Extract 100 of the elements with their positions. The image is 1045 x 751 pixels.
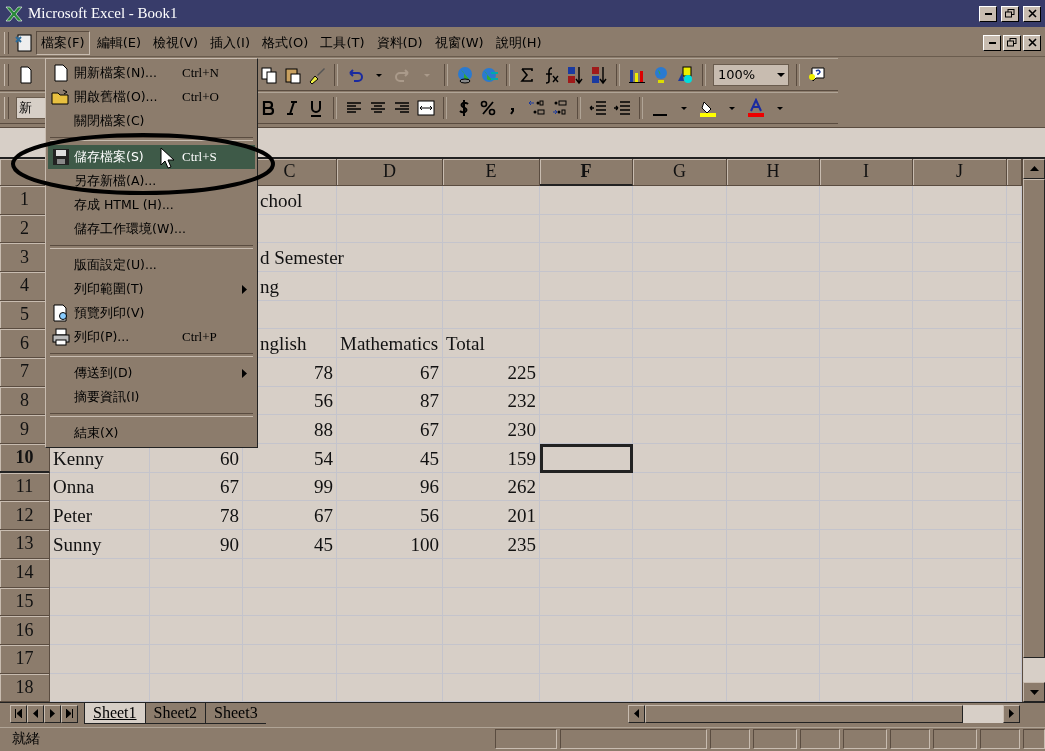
menu-item[interactable]: 插入(I) (205, 30, 255, 55)
column-header[interactable]: J (913, 158, 1007, 186)
restore-button[interactable] (1001, 5, 1019, 22)
table-cell (1007, 214, 1022, 244)
close-button[interactable] (1023, 5, 1041, 22)
submenu-arrow-icon (242, 368, 247, 378)
menu-item[interactable]: 檢視(V) (148, 30, 204, 55)
blank-page-icon (51, 63, 71, 83)
menu-item[interactable]: 說明(H) (490, 30, 547, 55)
row-header[interactable]: 17 (0, 644, 50, 674)
menu-item[interactable]: 檔案(F) (36, 30, 90, 55)
column-header[interactable]: I (820, 158, 913, 186)
table-cell (1007, 329, 1022, 358)
restore-button[interactable] (1003, 34, 1021, 51)
shapes-icon[interactable] (675, 64, 695, 85)
toolbar-grip[interactable] (4, 96, 9, 119)
menu-option[interactable]: 開啟舊檔(O)... Ctrl+O (48, 85, 255, 109)
sheet-tab[interactable]: Sheet1 (84, 703, 145, 725)
table-cell: 56 (337, 501, 443, 531)
vertical-scrollbar[interactable] (1022, 158, 1045, 703)
open-folder-icon (51, 87, 71, 107)
merge-center-icon[interactable] (416, 97, 436, 118)
row-header[interactable]: 12 (0, 501, 50, 531)
table-cell (1007, 587, 1022, 617)
table-cell: 201 (443, 501, 540, 531)
row-header[interactable]: 14 (0, 558, 50, 588)
table-cell: 67 (150, 472, 243, 502)
menu-item[interactable]: 編輯(E) (91, 30, 146, 55)
row-header[interactable]: 15 (0, 587, 50, 617)
horizontal-scrollbar[interactable] (628, 704, 1020, 723)
zoom-dropdown[interactable]: 100% (713, 63, 789, 86)
table-cell: Total (443, 329, 540, 358)
row-header[interactable]: 16 (0, 616, 50, 645)
scrollbar-thumb[interactable] (1023, 178, 1045, 659)
menu-option[interactable]: 儲存檔案(S) Ctrl+S (48, 145, 255, 169)
previous-sheet-button[interactable] (27, 704, 44, 723)
minimize-button[interactable] (979, 5, 997, 22)
menu-option[interactable]: 關閉檔案(C) (48, 109, 255, 133)
table-cell (1007, 472, 1022, 502)
table-cell: 230 (443, 415, 540, 445)
close-icon (1027, 9, 1037, 19)
sheet-tab[interactable]: Sheet3 (205, 703, 266, 725)
scrollbar-thumb[interactable] (645, 704, 963, 723)
table-cell (1007, 185, 1022, 215)
minimize-icon (988, 41, 996, 44)
scroll-up-button[interactable] (1023, 158, 1045, 179)
scroll-right-button[interactable] (1003, 704, 1020, 723)
column-header[interactable] (1007, 158, 1022, 186)
column-header[interactable]: G (633, 158, 727, 186)
decrease-decimal-icon[interactable] (550, 97, 570, 118)
scroll-left-button[interactable] (628, 704, 645, 723)
table-cell (1007, 530, 1022, 559)
table-cell: 100 (337, 530, 443, 559)
window-title: Microsoft Excel - Book1 (28, 5, 178, 23)
globe-link-icon[interactable] (455, 64, 475, 85)
last-sheet-button[interactable] (61, 704, 78, 723)
copy-icon[interactable] (259, 64, 279, 85)
menu-option[interactable]: 儲存工作環境(W)... (48, 217, 255, 241)
row-header[interactable]: 18 (0, 673, 50, 703)
sort-ascending-icon[interactable] (565, 64, 585, 85)
row-header[interactable]: 11 (0, 472, 50, 502)
column-header[interactable]: E (443, 158, 540, 186)
table-cell: 67 (243, 501, 337, 531)
row-header[interactable]: 10 (0, 444, 50, 473)
increase-decimal-icon[interactable] (526, 97, 546, 118)
menu-item[interactable]: 格式(O) (257, 30, 314, 55)
scroll-down-button[interactable] (1023, 682, 1045, 703)
active-cell[interactable] (540, 444, 633, 473)
table-cell: 99 (243, 472, 337, 502)
submenu-arrow-icon (242, 284, 247, 294)
font-color-icon[interactable] (746, 97, 766, 118)
row-header[interactable]: 13 (0, 530, 50, 559)
table-cell (1007, 386, 1022, 416)
status-panel (980, 729, 1020, 750)
toolbar-grip[interactable] (4, 31, 9, 54)
status-panel (710, 729, 750, 750)
close-icon (1027, 38, 1037, 48)
sort-descending-icon[interactable] (589, 64, 609, 85)
menu-option[interactable]: 預覽列印(V) (48, 301, 255, 325)
next-sheet-button[interactable] (44, 704, 61, 723)
minimize-button[interactable] (983, 34, 1001, 51)
workbook-icon[interactable] (14, 32, 34, 53)
sheet-tab[interactable]: Sheet2 (144, 703, 206, 725)
menu-item[interactable]: 資料(D) (371, 30, 428, 55)
table-cell: 225 (443, 358, 540, 387)
table-cell: Onna (50, 472, 150, 502)
table-cell: 262 (443, 472, 540, 502)
column-header[interactable]: H (727, 158, 820, 186)
table-cell (1007, 300, 1022, 330)
toolbar-grip[interactable] (4, 63, 9, 86)
status-panel (1023, 729, 1045, 750)
column-header[interactable]: D (337, 158, 443, 186)
column-header[interactable]: F (540, 158, 633, 186)
first-sheet-button[interactable] (10, 704, 27, 723)
printer-icon (51, 327, 71, 347)
menu-option[interactable]: 開新檔案(N)... Ctrl+N (48, 61, 255, 85)
menu-item[interactable]: 工具(T) (315, 30, 370, 55)
menu-item[interactable]: 視窗(W) (429, 30, 489, 55)
caret-icon (777, 72, 785, 77)
close-button[interactable] (1023, 34, 1041, 51)
